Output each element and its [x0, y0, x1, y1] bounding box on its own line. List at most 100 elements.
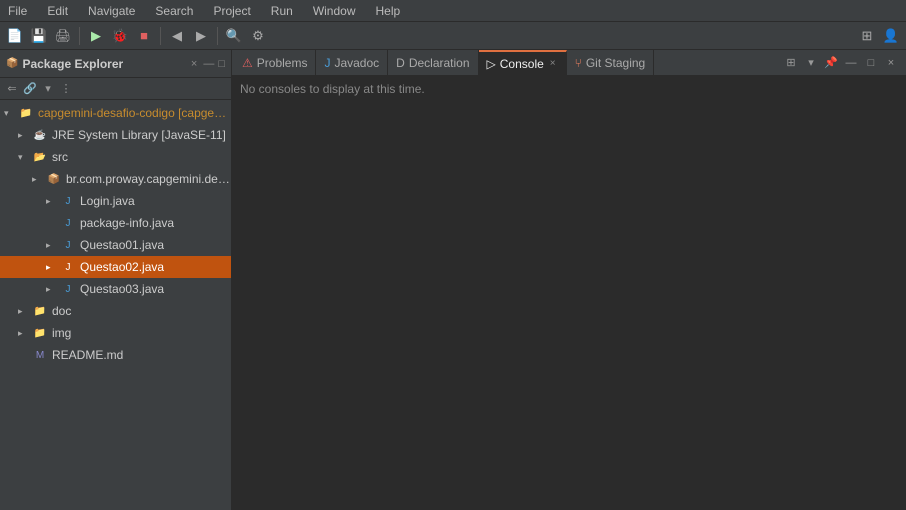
- save-button[interactable]: 💾: [28, 25, 50, 47]
- console-options-button[interactable]: ▾: [802, 54, 820, 72]
- tree-item-jre[interactable]: ▸ ☕ JRE System Library [JavaSE-11]: [0, 124, 231, 146]
- user-button[interactable]: 👤: [880, 25, 902, 47]
- console-pin-button[interactable]: 📌: [822, 54, 840, 72]
- right-panel: ⚠ Problems J Javadoc D Declaration ▷ Con…: [232, 50, 906, 510]
- tree-label-doc: doc: [52, 304, 71, 318]
- tree-label-project: capgemini-desafio-codigo [capgemini-desa…: [38, 106, 231, 120]
- tree-label-pkg: br.com.proway.capgemini.desafioDeP...: [66, 172, 231, 186]
- arrow-login: ▸: [46, 196, 60, 207]
- tab-git-staging[interactable]: ⑂ Git Staging: [567, 50, 655, 76]
- menu-bar: File Edit Navigate Search Project Run Wi…: [0, 0, 906, 22]
- java-icon-q02: J: [60, 259, 76, 275]
- problems-icon: ⚠: [242, 56, 253, 70]
- separator-2: [160, 27, 161, 45]
- tree-item-pkg[interactable]: ▸ 📦 br.com.proway.capgemini.desafioDeP..…: [0, 168, 231, 190]
- panel-maximize[interactable]: □: [862, 54, 880, 72]
- arrow-img: ▸: [18, 328, 32, 339]
- doc-icon: 📁: [32, 303, 48, 319]
- arrow-pkg: ▸: [32, 174, 46, 185]
- menu-project[interactable]: Project: [209, 2, 254, 20]
- tree-item-packageinfo[interactable]: J package-info.java: [0, 212, 231, 234]
- console-message: No consoles to display at this time.: [240, 82, 425, 96]
- tree-label-pkginfo: package-info.java: [80, 216, 174, 230]
- console-new-button[interactable]: ⊞: [782, 54, 800, 72]
- console-close-button[interactable]: ×: [548, 58, 558, 69]
- tree-item-questao03[interactable]: ▸ J Questao03.java: [0, 278, 231, 300]
- tree-label-src: src: [52, 150, 68, 164]
- explorer-minimize[interactable]: —: [203, 58, 214, 70]
- tree-item-project[interactable]: ▾ 📁 capgemini-desafio-codigo [capgemini-…: [0, 102, 231, 124]
- explorer-header: 📦 Package Explorer × — □: [0, 50, 231, 78]
- stop-button[interactable]: ■: [133, 25, 155, 47]
- forward-button[interactable]: ▶: [190, 25, 212, 47]
- git-icon: ⑂: [575, 56, 582, 70]
- tree-item-img[interactable]: ▸ 📁 img: [0, 322, 231, 344]
- tree-label-jre: JRE System Library [JavaSE-11]: [52, 128, 226, 142]
- tree-label-readme: README.md: [52, 348, 123, 362]
- menu-help[interactable]: Help: [372, 2, 405, 20]
- panel-close-btn[interactable]: ×: [882, 54, 900, 72]
- tab-javadoc[interactable]: J Javadoc: [316, 50, 388, 76]
- explorer-maximize[interactable]: □: [218, 58, 225, 70]
- perspective-button[interactable]: ⊞: [856, 25, 878, 47]
- main-layout: 📦 Package Explorer × — □ ⇐ 🔗 ▾ ⋮ ▾ 📁 cap…: [0, 50, 906, 510]
- tab-bar: ⚠ Problems J Javadoc D Declaration ▷ Con…: [232, 50, 906, 76]
- menu-file[interactable]: File: [4, 2, 31, 20]
- tree-item-questao02[interactable]: ▸ J Questao02.java: [0, 256, 231, 278]
- explorer-title: Package Explorer: [22, 57, 188, 71]
- tree-item-src[interactable]: ▾ 📂 src: [0, 146, 231, 168]
- print-button[interactable]: 🖨: [52, 25, 74, 47]
- tree-label-q01: Questao01.java: [80, 238, 164, 252]
- explorer-close[interactable]: ×: [189, 58, 199, 70]
- run-button[interactable]: ▶: [85, 25, 107, 47]
- tab-git-label: Git Staging: [586, 56, 645, 70]
- collapse-all-button[interactable]: ⇐: [4, 81, 20, 97]
- console-content: No consoles to display at this time.: [232, 76, 906, 510]
- view-menu-button[interactable]: ▾: [40, 81, 56, 97]
- tree-item-login[interactable]: ▸ J Login.java: [0, 190, 231, 212]
- settings-button[interactable]: ⚙: [247, 25, 269, 47]
- panel-minimize[interactable]: —: [842, 54, 860, 72]
- separator-1: [79, 27, 80, 45]
- tree-label-img: img: [52, 326, 71, 340]
- menu-navigate[interactable]: Navigate: [84, 2, 139, 20]
- new-button[interactable]: 📄: [4, 25, 26, 47]
- arrow-q01: ▸: [46, 240, 60, 251]
- back-button[interactable]: ◀: [166, 25, 188, 47]
- tab-problems[interactable]: ⚠ Problems: [234, 50, 316, 76]
- javadoc-icon: J: [324, 56, 330, 70]
- arrow-jre: ▸: [18, 130, 32, 141]
- img-icon: 📁: [32, 325, 48, 341]
- search-button[interactable]: 🔍: [223, 25, 245, 47]
- view-options-button[interactable]: ⋮: [58, 81, 74, 97]
- separator-3: [217, 27, 218, 45]
- tab-javadoc-label: Javadoc: [334, 56, 379, 70]
- panel-icon: 📦: [6, 58, 18, 69]
- menu-run[interactable]: Run: [267, 2, 297, 20]
- java-icon-q03: J: [60, 281, 76, 297]
- java-icon-q01: J: [60, 237, 76, 253]
- jre-icon: ☕: [32, 127, 48, 143]
- explorer-panel: 📦 Package Explorer × — □ ⇐ 🔗 ▾ ⋮ ▾ 📁 cap…: [0, 50, 232, 510]
- arrow-project: ▾: [4, 108, 18, 119]
- declaration-icon: D: [396, 56, 405, 70]
- tree-item-readme[interactable]: M README.md: [0, 344, 231, 366]
- link-with-editor-button[interactable]: 🔗: [22, 81, 38, 97]
- menu-search[interactable]: Search: [151, 2, 197, 20]
- tab-console[interactable]: ▷ Console ×: [479, 50, 567, 76]
- console-icon: ▷: [487, 57, 496, 71]
- tree-item-doc[interactable]: ▸ 📁 doc: [0, 300, 231, 322]
- tab-declaration[interactable]: D Declaration: [388, 50, 478, 76]
- menu-window[interactable]: Window: [309, 2, 360, 20]
- tree-label-login: Login.java: [80, 194, 135, 208]
- debug-button[interactable]: 🐞: [109, 25, 131, 47]
- java-icon-pkginfo: J: [60, 215, 76, 231]
- arrow-doc: ▸: [18, 306, 32, 317]
- tree-item-questao01[interactable]: ▸ J Questao01.java: [0, 234, 231, 256]
- tab-actions: ⊞ ▾ 📌 — □ ×: [782, 54, 904, 72]
- main-toolbar: 📄 💾 🖨 ▶ 🐞 ■ ◀ ▶ 🔍 ⚙ ⊞ 👤: [0, 22, 906, 50]
- tab-problems-label: Problems: [257, 56, 308, 70]
- tree-label-q03: Questao03.java: [80, 282, 164, 296]
- menu-edit[interactable]: Edit: [43, 2, 72, 20]
- md-icon: M: [32, 347, 48, 363]
